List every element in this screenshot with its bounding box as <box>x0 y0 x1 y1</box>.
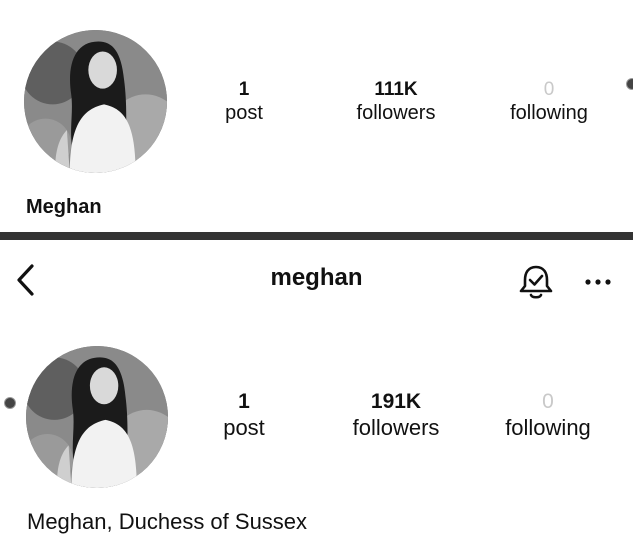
profile-photo <box>26 346 168 488</box>
posts-count: 1 <box>238 79 250 100</box>
posts-stat-bottom[interactable]: 1 post <box>174 391 314 439</box>
display-name-top: Meghan <box>26 196 102 218</box>
carousel-dot-icon <box>4 397 16 409</box>
following-stat-top[interactable]: 0 following <box>479 80 619 123</box>
posts-label: post <box>223 415 265 440</box>
notifications-button[interactable] <box>516 262 556 302</box>
more-horizontal-icon <box>585 279 611 285</box>
posts-label: post <box>225 102 263 124</box>
following-stat-bottom[interactable]: 0 following <box>478 391 618 439</box>
followers-stat-bottom[interactable]: 191K followers <box>326 391 466 439</box>
profile-avatar-bottom[interactable] <box>26 346 168 488</box>
following-count: 0 <box>543 79 555 100</box>
following-label: following <box>510 102 588 124</box>
more-options-button[interactable] <box>580 270 616 294</box>
followers-count: 111K <box>374 79 418 100</box>
profile-photo <box>24 30 167 173</box>
followers-stat-top[interactable]: 111K followers <box>326 80 466 123</box>
bell-check-icon <box>519 265 553 299</box>
posts-count: 1 <box>238 390 250 413</box>
profile-avatar-top[interactable] <box>24 30 167 173</box>
display-name-bottom: Meghan, Duchess of Sussex <box>27 509 308 534</box>
followers-label: followers <box>356 102 436 124</box>
following-label: following <box>505 415 591 440</box>
followers-count: 191K <box>370 390 422 413</box>
divider <box>0 232 633 240</box>
carousel-dot-icon <box>626 78 633 90</box>
posts-stat-top[interactable]: 1 post <box>174 80 314 123</box>
followers-label: followers <box>352 415 440 440</box>
following-count: 0 <box>542 390 554 413</box>
